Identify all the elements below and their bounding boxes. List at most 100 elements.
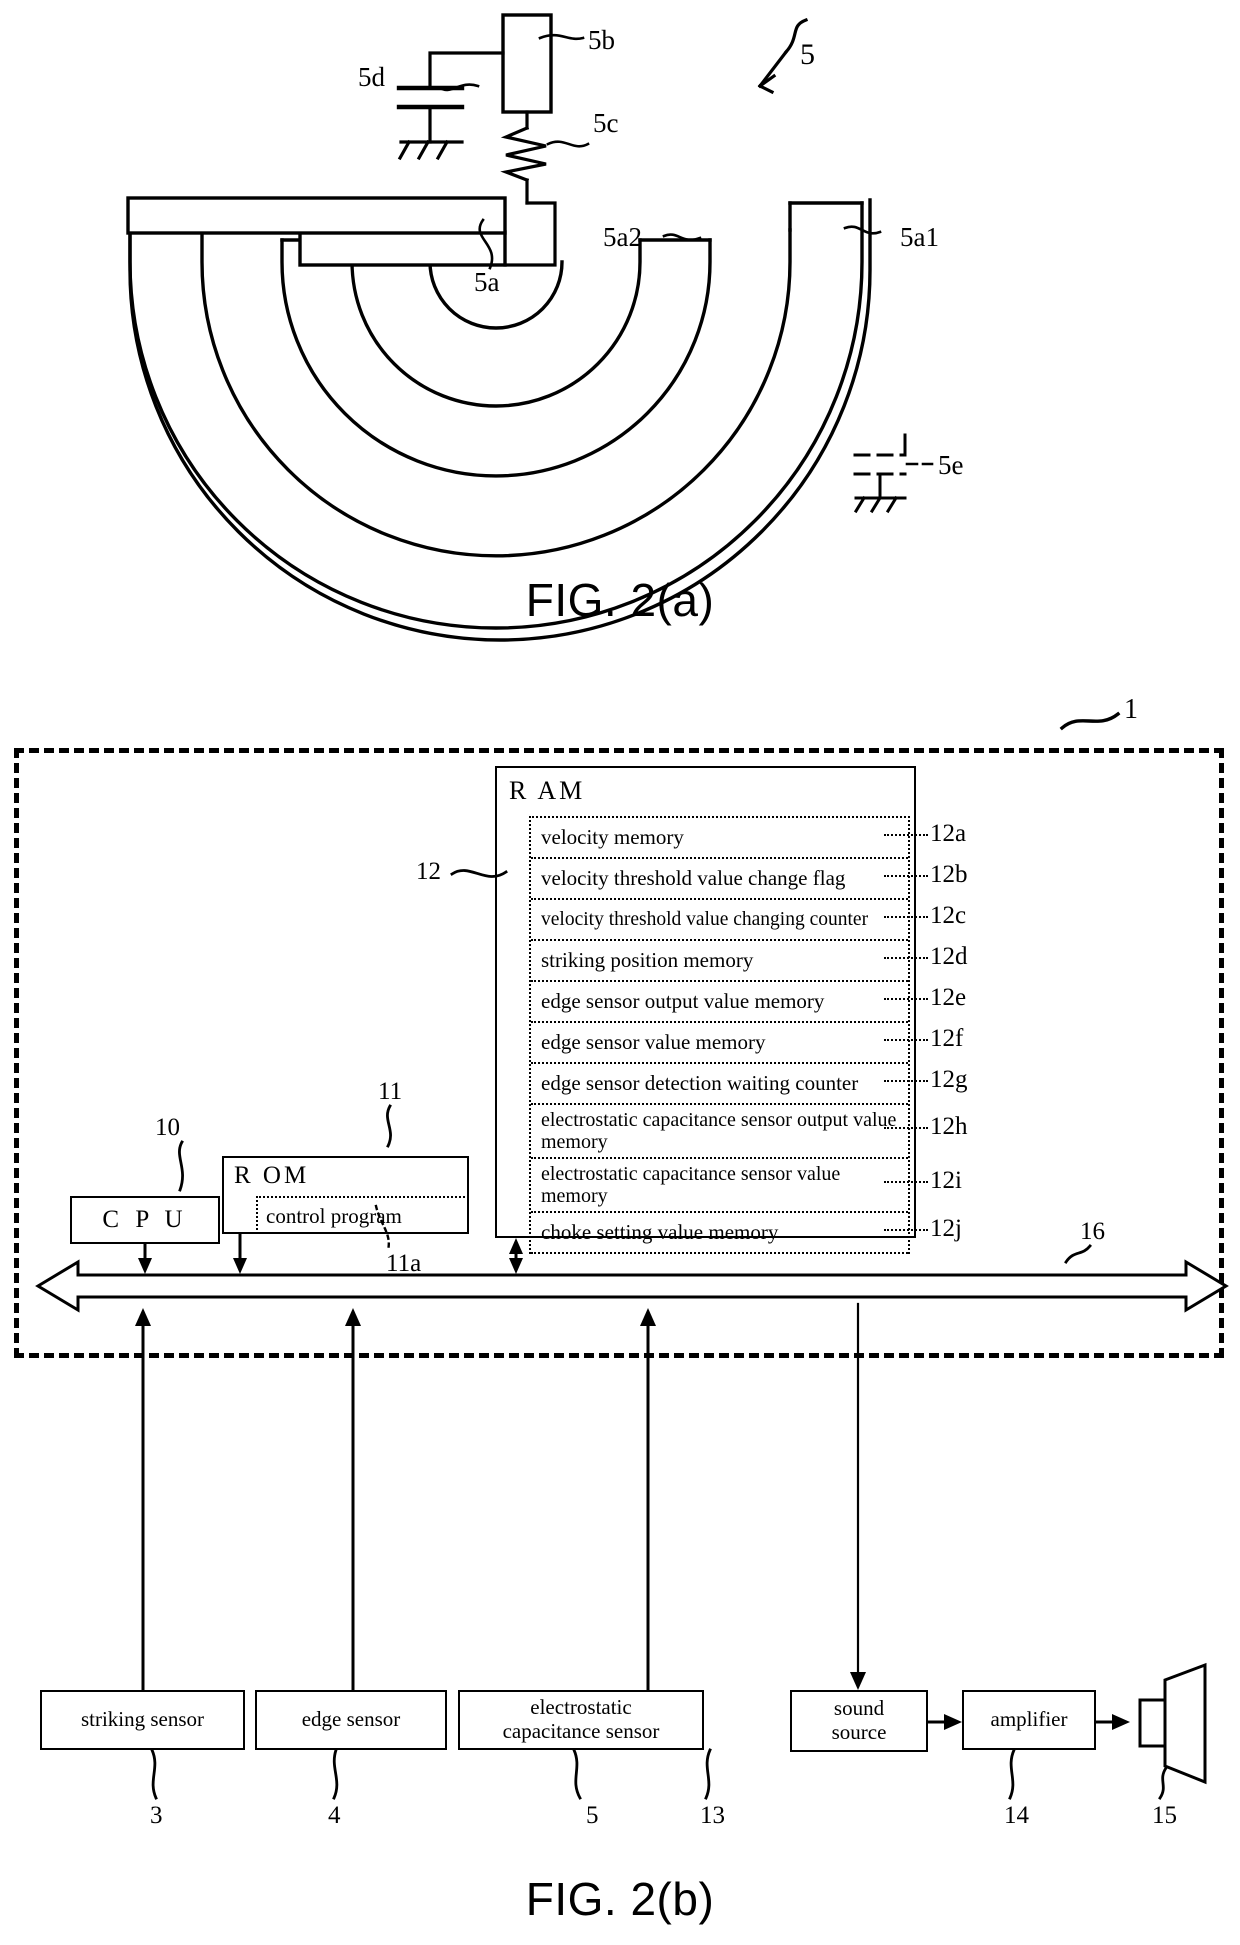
device-box-4: edge sensor xyxy=(255,1690,447,1750)
device-ref-13: 13 xyxy=(700,1802,725,1829)
patent-figure-page: 5b 5d 5c 5a 5a2 5a1 5e 5 FIG. 2(a) R AM … xyxy=(0,0,1240,1945)
label-5-main: 5 xyxy=(800,38,815,71)
ram-memory-list: velocity memory velocity threshold value … xyxy=(529,816,910,1254)
leader-14 xyxy=(1008,1748,1016,1800)
ram-ref-12b: 12b xyxy=(930,860,968,888)
rom-box: R OM control program xyxy=(222,1156,469,1234)
sensor-plate-5a xyxy=(298,230,507,267)
device-ref-4: 4 xyxy=(328,1802,341,1829)
device-ref-3: 3 xyxy=(150,1802,163,1829)
ground-hatch-1 xyxy=(397,139,412,161)
leader-1 xyxy=(1059,711,1121,731)
ram-box: R AM velocity memory velocity threshold v… xyxy=(495,766,916,1254)
ref-12: 12 xyxy=(416,858,441,885)
ram-ref-12e: 12e xyxy=(930,983,967,1011)
wire-chip-to-cap xyxy=(428,51,505,90)
ram-item-12g: edge sensor detection waiting counter xyxy=(531,1064,908,1105)
device-label-line: edge sensor xyxy=(301,1707,401,1732)
ground-hatch-2 xyxy=(416,139,431,161)
ram-leader-12d xyxy=(884,956,928,959)
label-5d: 5d xyxy=(358,62,385,92)
device-label-line: source xyxy=(831,1720,887,1744)
device-label-line: sound xyxy=(833,1696,885,1721)
ref-10: 10 xyxy=(155,1114,180,1141)
ram-leader-12c xyxy=(884,915,928,918)
ref-11: 11 xyxy=(378,1078,403,1105)
ref-1: 1 xyxy=(1124,694,1138,725)
ram-ref-12a: 12a xyxy=(930,819,967,847)
ram-item-12c: velocity threshold value changing counte… xyxy=(531,900,908,941)
ram-ref-12g: 12g xyxy=(930,1065,968,1093)
ref-16: 16 xyxy=(1080,1218,1105,1245)
ram-ref-12c: 12c xyxy=(930,901,967,929)
sensor-plate-5a-top xyxy=(126,196,507,235)
device-box-14: amplifier xyxy=(962,1690,1096,1750)
label-5e: 5e xyxy=(938,450,964,480)
leader-5-line xyxy=(757,49,789,89)
ground-hatch-3 xyxy=(435,139,450,161)
ram-leader-12h xyxy=(884,1127,928,1129)
arrow-amplifier-to-speaker xyxy=(1112,1714,1130,1730)
ram-leader-12a xyxy=(884,833,928,836)
ram-ref-12j: 12j xyxy=(930,1214,962,1242)
leader-4 xyxy=(332,1748,339,1800)
device-ref-15: 15 xyxy=(1152,1802,1177,1829)
leader-15 xyxy=(1158,1766,1168,1800)
label-5b: 5b xyxy=(588,25,615,55)
ram-item-12j: choke setting value memory xyxy=(531,1213,908,1254)
ram-ref-12h: 12h xyxy=(930,1113,968,1140)
coil-5c xyxy=(500,125,547,183)
figure-2b: R AM velocity memory velocity threshold v… xyxy=(0,690,1240,1925)
chip-box-5b xyxy=(501,13,553,114)
ram-item-12i: electrostatic capacitance sensor value m… xyxy=(531,1159,908,1213)
ram-ref-12d: 12d xyxy=(930,942,968,970)
ram-item-12a: velocity memory xyxy=(531,818,908,859)
cpu-box: C P U xyxy=(70,1196,220,1244)
ram-leader-12j xyxy=(884,1228,928,1231)
ram-ref-12f: 12f xyxy=(930,1024,964,1052)
ram-leader-12g xyxy=(884,1079,928,1082)
device-box-5: electrostatic capacitance sensor xyxy=(458,1690,704,1750)
ground-5e-hatch-3 xyxy=(885,495,899,514)
device-label-line: capacitance sensor xyxy=(502,1719,660,1743)
device-ref-5: 5 xyxy=(586,1802,599,1829)
figure-2a: 5b 5d 5c 5a 5a2 5a1 5e 5 FIG. 2(a) xyxy=(0,0,1240,680)
label-5a: 5a xyxy=(474,267,500,297)
ground-5e-hatch-2 xyxy=(869,495,883,514)
control-program-box: control program xyxy=(256,1196,469,1234)
figure-2b-caption: FIG. 2(b) xyxy=(525,1873,715,1925)
ref-11a: 11a xyxy=(386,1250,422,1277)
ram-item-12f: edge sensor value memory xyxy=(531,1023,908,1064)
ram-ref-12i: 12i xyxy=(930,1167,962,1194)
device-box-3: striking sensor xyxy=(40,1690,245,1750)
leader-13 xyxy=(704,1748,712,1800)
label-5c: 5c xyxy=(593,108,619,138)
leader-3 xyxy=(150,1748,158,1800)
ram-item-12d: striking position memory xyxy=(531,941,908,982)
leader-5dev xyxy=(572,1748,582,1800)
rom-title: R OM xyxy=(234,1162,310,1189)
ram-leader-12i xyxy=(884,1181,928,1183)
figure-2a-caption: FIG. 2(a) xyxy=(525,574,715,626)
speaker-icon xyxy=(1138,1662,1207,1785)
device-label-line: amplifier xyxy=(990,1707,1068,1732)
device-ref-14: 14 xyxy=(1004,1802,1029,1829)
ram-item-12e: edge sensor output value memory xyxy=(531,982,908,1023)
ram-leader-12e xyxy=(884,997,928,1000)
device-box-13: sound source xyxy=(790,1690,928,1752)
ram-leader-12b xyxy=(884,874,928,877)
leader-5b xyxy=(538,33,585,41)
device-label-line: electrostatic xyxy=(530,1695,632,1720)
label-5a1: 5a1 xyxy=(900,222,939,252)
label-5a2: 5a2 xyxy=(603,222,642,252)
arrow-bus-to-sound-source xyxy=(850,1672,866,1690)
wire-coil-to-plate xyxy=(503,201,557,267)
ram-title: R AM xyxy=(509,776,586,805)
ram-item-12h: electrostatic capacitance sensor output … xyxy=(531,1105,908,1159)
ram-leader-12f xyxy=(884,1038,928,1041)
leader-5c xyxy=(546,140,590,148)
arrow-sound-to-amplifier xyxy=(944,1714,962,1730)
device-label-line: striking sensor xyxy=(80,1707,205,1732)
ground-5e-hatch-1 xyxy=(853,495,867,514)
ram-item-12b: velocity threshold value change flag xyxy=(531,859,908,900)
